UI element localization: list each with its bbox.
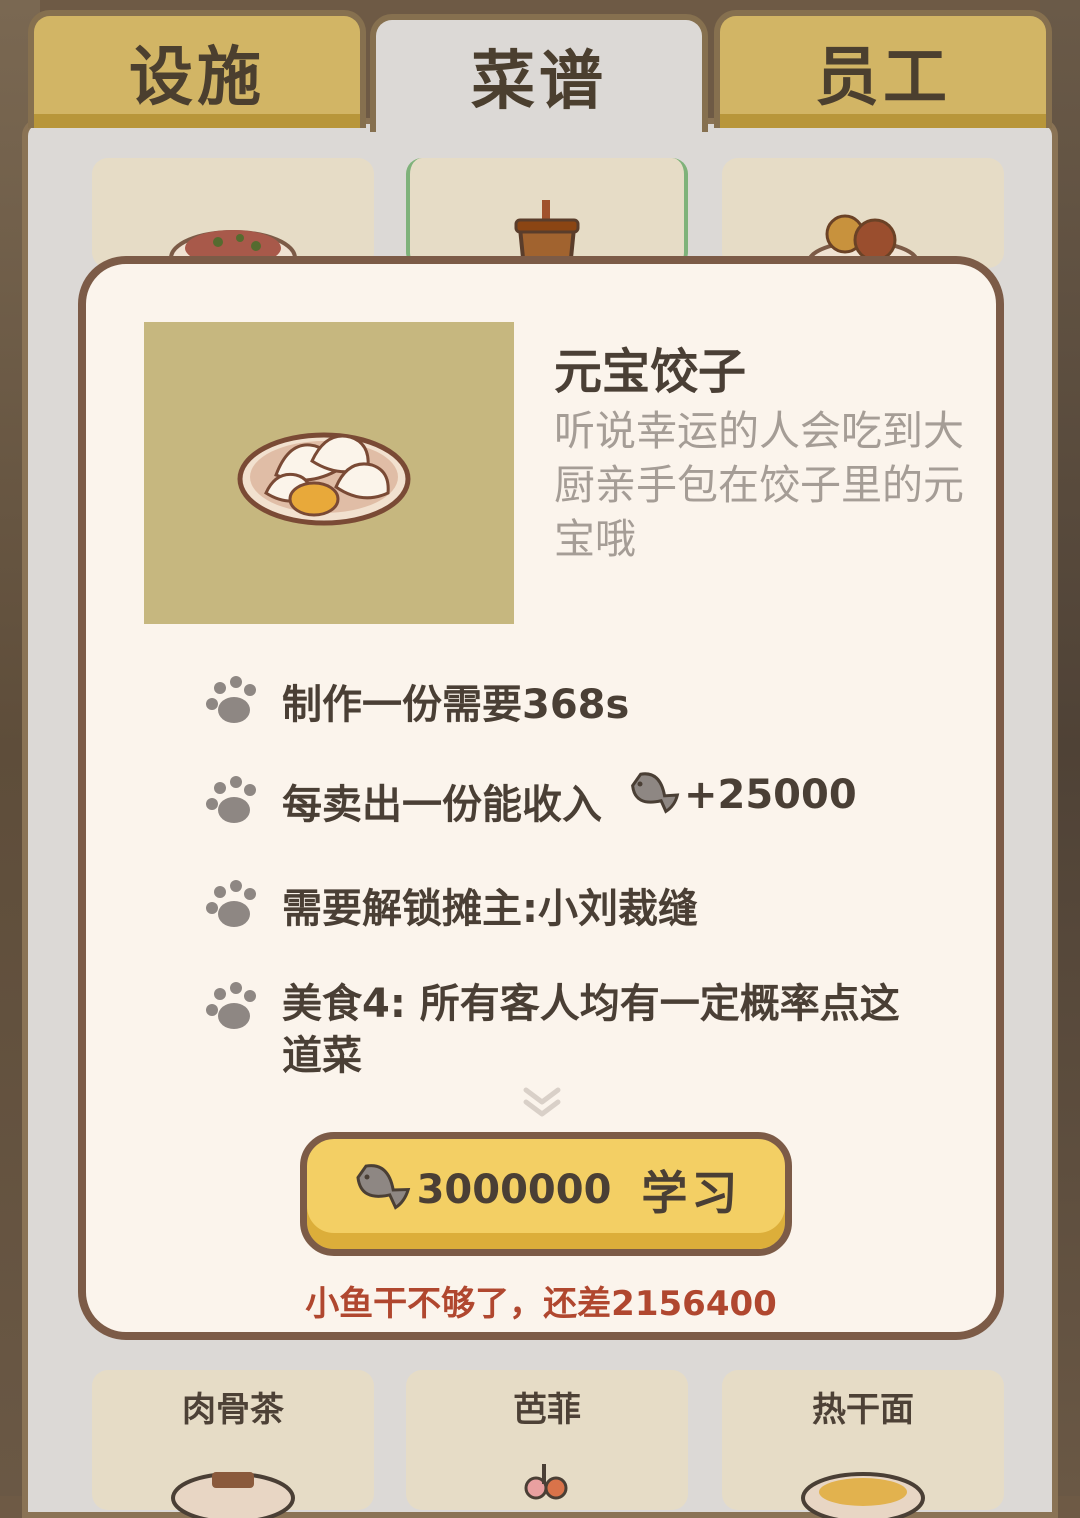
dish-name: 元宝饺子: [554, 344, 747, 400]
recipe-card[interactable]: 热干面: [722, 1370, 1004, 1518]
noodle-icon: [801, 1472, 925, 1518]
recipe-card-label: 肉骨茶: [182, 1390, 284, 1430]
recipe-card[interactable]: [722, 158, 1004, 272]
paw-icon: [206, 880, 256, 927]
double-chevron-down-icon[interactable]: [520, 1084, 564, 1120]
recipe-card-label: 芭菲: [513, 1390, 581, 1430]
info-time-text: 制作一份需要368s: [282, 682, 630, 728]
recipe-card[interactable]: 肉骨茶: [92, 1370, 374, 1518]
insufficient-funds-warning: 小鱼干不够了，还差2156400: [305, 1284, 777, 1324]
info-income-value: +25000: [684, 772, 857, 818]
tab-recipes[interactable]: 菜谱: [370, 14, 708, 132]
paw-icon: [206, 776, 256, 823]
learn-label: 学习: [641, 1166, 742, 1220]
info-unlock-text: 需要解锁摊主:小刘裁缝: [282, 886, 698, 932]
recipe-card[interactable]: 芭菲: [406, 1370, 688, 1510]
info-income-label: 每卖出一份能收入: [282, 782, 602, 828]
dish-image-frame: [144, 322, 514, 624]
paw-icon: [206, 676, 256, 723]
info-row-time: 制作一份需要368s: [204, 672, 629, 730]
recipe-card-label: 热干面: [812, 1390, 914, 1430]
dried-fish-icon: [631, 772, 680, 814]
dish-description: 听说幸运的人会吃到大厨亲手包在饺子里的元宝哦: [554, 407, 964, 563]
tab-staff[interactable]: 员工: [714, 10, 1052, 128]
info-effect-text: 美食4: 所有客人均有一定概率点这道菜: [282, 981, 900, 1078]
info-row-income: 每卖出一份能收入 +25000: [204, 772, 857, 830]
dried-fish-icon: [356, 1164, 410, 1210]
dish-icon: [171, 1472, 295, 1518]
dumpling-plate-icon: [237, 432, 411, 526]
recipe-card[interactable]: [92, 158, 374, 268]
learn-recipe-button[interactable]: 3000000 学习: [300, 1132, 792, 1256]
tab-facilities[interactable]: 设施: [28, 10, 366, 128]
info-row-unlock: 需要解锁摊主:小刘裁缝: [204, 876, 698, 934]
paw-icon: [206, 982, 256, 1029]
info-row-effect[interactable]: 美食4: 所有客人均有一定概率点这道菜: [204, 978, 924, 1078]
recipe-card[interactable]: [406, 158, 688, 288]
learn-price: 3000000: [416, 1167, 612, 1213]
recipe-detail-dialog: 元宝饺子 听说幸运的人会吃到大厨亲手包在饺子里的元宝哦 制作一份需要368s 每…: [78, 256, 1004, 1340]
dessert-icon: [524, 1464, 568, 1500]
tab-bar: 设施 员工 菜谱: [22, 0, 1058, 132]
